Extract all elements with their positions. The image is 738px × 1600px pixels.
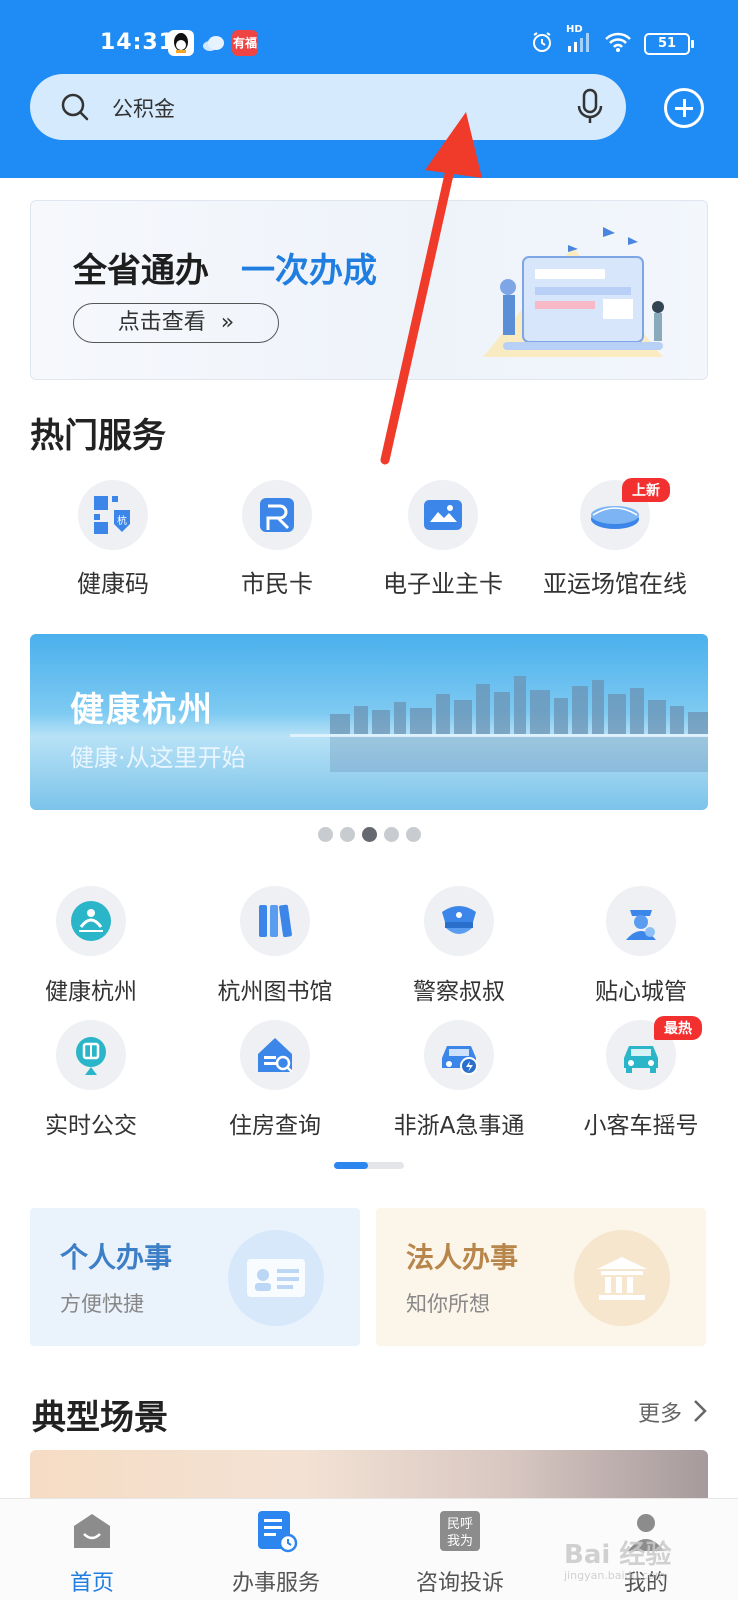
promo-title-highlight: 一次办成	[241, 251, 377, 291]
search-bar[interactable]: 公积金	[30, 74, 626, 140]
hot-service-health-code[interactable]: 杭 健康码	[28, 480, 198, 599]
banner-page-indicator	[318, 827, 421, 842]
svg-text:杭: 杭	[117, 514, 127, 527]
top-header: 14:31 有福 HD 51 公积金	[0, 0, 738, 180]
citizen-card-icon	[242, 480, 312, 550]
hot-service-stadium[interactable]: 上新 亚运场馆在线	[530, 478, 700, 599]
id-card-icon	[228, 1230, 324, 1326]
grid-item-label: 非浙A急事通	[393, 1113, 525, 1139]
search-input[interactable]: 公积金	[112, 93, 175, 123]
signal-icon: HD	[566, 24, 592, 58]
cloud-icon	[200, 30, 226, 56]
tab-services[interactable]: 办事服务	[206, 1509, 346, 1597]
page-dot	[340, 827, 355, 842]
grid-item-police[interactable]: 警察叔叔	[374, 886, 544, 1006]
consult-icon: 民呼 我为	[438, 1509, 482, 1553]
watermark-url: jingyan.baidu.com	[564, 1569, 666, 1582]
grid-item-house-query[interactable]: 住房查询	[190, 1020, 360, 1140]
page-dot	[406, 827, 421, 842]
hot-service-owner-card[interactable]: 电子业主卡	[358, 480, 528, 599]
personal-affairs-title: 个人办事	[60, 1241, 173, 1274]
status-right-icons: HD 51	[530, 24, 694, 58]
double-chevron-right-icon: »	[220, 310, 235, 335]
tab-consult[interactable]: 民呼 我为 咨询投诉	[390, 1509, 530, 1597]
wifi-icon	[604, 31, 632, 57]
status-bar: 14:31 有福 HD 51	[0, 22, 738, 66]
government-building-icon	[574, 1230, 670, 1326]
house-search-icon	[240, 1020, 310, 1090]
promo-title: 全省通办	[73, 251, 209, 291]
status-time: 14:31	[100, 30, 176, 55]
healthy-hangzhou-icon	[56, 886, 126, 956]
grid-item-label: 小客车摇号	[583, 1113, 699, 1139]
hot-service-citizen-card[interactable]: 市民卡	[192, 480, 362, 599]
grid-item-label: 杭州图书馆	[217, 979, 333, 1005]
promo-view-label: 点击查看	[117, 310, 206, 335]
more-link[interactable]: 更多	[638, 1396, 682, 1428]
car-flash-icon	[424, 1020, 494, 1090]
search-icon	[60, 92, 90, 126]
network-label: HD	[566, 24, 583, 35]
grid-item-city-officer[interactable]: 贴心城管	[556, 886, 726, 1006]
service-doc-icon	[254, 1509, 298, 1553]
qq-icon	[168, 30, 194, 56]
chevron-right-icon[interactable]	[692, 1398, 708, 1428]
grid-item-library[interactable]: 杭州图书馆	[190, 886, 360, 1006]
grid-item-healthy-hangzhou[interactable]: 健康杭州	[6, 886, 176, 1006]
hot-service-label: 电子业主卡	[383, 570, 503, 598]
promo-illustration	[483, 227, 664, 357]
page-dot-active	[362, 827, 377, 842]
tab-home[interactable]: 首页	[22, 1509, 162, 1597]
hot-service-label: 市民卡	[241, 570, 313, 598]
grid-page-indicator	[334, 1162, 404, 1169]
page-dot	[384, 827, 399, 842]
hot-badge: 最热	[654, 1016, 702, 1040]
plus-circle-icon[interactable]	[664, 88, 704, 128]
grid-item-label: 警察叔叔	[413, 979, 505, 1005]
promo-banner[interactable]: 全省通办 一次办成 点击查看 »	[30, 200, 708, 380]
alarm-icon	[530, 30, 554, 58]
grid-item-label: 健康杭州	[45, 979, 137, 1005]
news-app-icon: 有福	[232, 30, 258, 56]
personal-affairs-card[interactable]: 个人办事 方便快捷	[30, 1208, 360, 1346]
owner-card-icon	[408, 480, 478, 550]
home-icon	[70, 1509, 114, 1553]
city-banner-subtitle: 健康·从这里开始	[70, 744, 246, 772]
grid-item-non-zhejiang-a[interactable]: 非浙A急事通	[374, 1020, 544, 1140]
tab-label: 首页	[69, 1571, 114, 1596]
grid-page-active	[334, 1162, 368, 1169]
personal-affairs-subtitle: 方便快捷	[60, 1292, 144, 1316]
legal-affairs-card[interactable]: 法人办事 知你所想	[376, 1208, 706, 1346]
grid-item-label: 住房查询	[229, 1113, 321, 1139]
watermark-text: Bai 经验	[564, 1540, 672, 1570]
police-cap-icon	[424, 886, 494, 956]
promo-view-button[interactable]: 点击查看 »	[73, 303, 279, 343]
svg-text:我为: 我为	[447, 1534, 473, 1549]
new-badge: 上新	[622, 478, 670, 502]
tab-label: 咨询投诉	[415, 1571, 504, 1596]
page-dot	[318, 827, 333, 842]
battery-indicator: 51	[644, 33, 694, 55]
city-officer-icon	[606, 886, 676, 956]
legal-affairs-title: 法人办事	[406, 1241, 519, 1274]
microphone-icon[interactable]	[576, 88, 604, 130]
city-banner[interactable]: 健康杭州 健康·从这里开始	[30, 634, 708, 810]
tab-label: 办事服务	[231, 1571, 320, 1596]
grid-item-bus[interactable]: 实时公交	[6, 1020, 176, 1140]
svg-text:民呼: 民呼	[447, 1517, 473, 1532]
hot-service-label: 亚运场馆在线	[543, 570, 687, 598]
library-books-icon	[240, 886, 310, 956]
health-code-icon: 杭	[78, 480, 148, 550]
scenes-title: 典型场景	[32, 1398, 168, 1438]
baidu-watermark: Bai 经验 jingyan.baidu.com	[564, 1534, 671, 1582]
legal-affairs-subtitle: 知你所想	[406, 1292, 490, 1316]
city-banner-title: 健康杭州	[70, 690, 214, 730]
grid-item-car-lottery[interactable]: 最热 小客车摇号	[556, 1016, 726, 1140]
grid-item-label: 实时公交	[45, 1113, 137, 1139]
grid-item-label: 贴心城管	[595, 979, 687, 1005]
hot-service-label: 健康码	[77, 570, 149, 598]
hot-services-title: 热门服务	[30, 416, 166, 456]
bus-stop-icon	[56, 1020, 126, 1090]
